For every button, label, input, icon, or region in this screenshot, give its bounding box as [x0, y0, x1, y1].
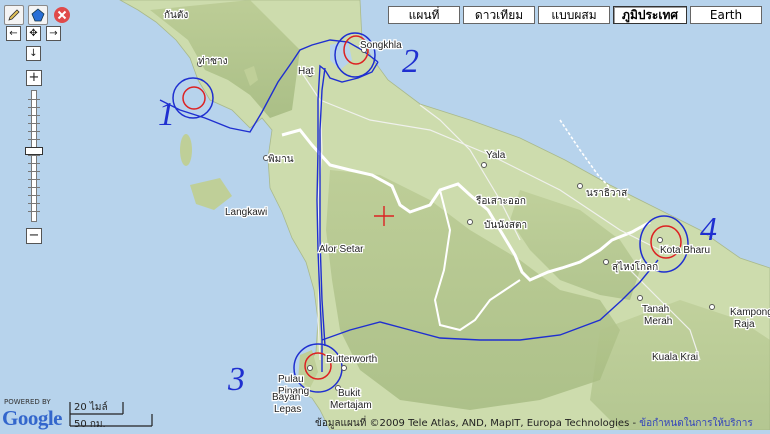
scale-miles: 20 ไมล์	[74, 402, 108, 413]
label-mertajam: Mertajam	[330, 400, 372, 411]
label-kuala-krai: Kuala Krai	[652, 352, 698, 363]
pencil-icon	[8, 9, 20, 21]
pan-center-button[interactable]: ✥	[26, 26, 41, 41]
close-icon	[54, 7, 70, 23]
label-langkawi: Langkawi	[225, 207, 267, 218]
label-songkhla: Songkhla	[360, 40, 402, 51]
label-alor-setar: Alor Setar	[319, 244, 364, 255]
polygon-icon	[31, 8, 45, 22]
island-tarutao	[180, 134, 192, 166]
google-logo[interactable]: POWERED BY Google	[2, 398, 72, 430]
attribution-text: ข้อมูลแผนที่ ©2009 Tele Atlas, AND, MapI…	[315, 418, 637, 429]
terrain-map[interactable]: กันตัง ท่าซาง Songkhla Hat พิมาน Langkaw…	[0, 0, 770, 431]
label-bukit: Bukit	[338, 388, 360, 399]
annotation-2: 2	[402, 43, 419, 80]
map-type-hybrid[interactable]: แบบผสม	[538, 6, 611, 24]
annotation-4: 4	[700, 211, 717, 248]
label-tanah: Tanah	[642, 304, 669, 315]
label-hat-yai: Hat	[298, 66, 314, 77]
zoom-out-button[interactable]: −	[26, 228, 42, 244]
map-type-switcher: แผนที่ ดาวเทียม แบบผสม ภูมิประเทศ Earth	[388, 6, 762, 24]
zoom-slider[interactable]	[25, 90, 43, 222]
map-type-earth[interactable]: Earth	[690, 6, 762, 24]
zoom-slider-handle[interactable]	[25, 147, 43, 155]
pencil-tool-button[interactable]	[4, 5, 24, 25]
drawing-tools	[4, 5, 72, 25]
annotation-1: 1	[158, 96, 175, 133]
powered-by-label: POWERED BY	[4, 398, 51, 406]
label-yala: Yala	[486, 150, 506, 161]
terms-link[interactable]: ข้อกำหนดในการให้บริการ	[639, 418, 752, 429]
polygon-tool-button[interactable]	[28, 5, 48, 25]
google-wordmark: Google	[2, 406, 63, 430]
zoom-control: + −	[25, 70, 44, 245]
pan-left-button[interactable]: ←	[6, 26, 21, 41]
map-canvas[interactable]: กันตัง ท่าซาง Songkhla Hat พิมาน Langkaw…	[0, 0, 770, 431]
label-narathiwat: นราธิวาส	[586, 188, 627, 199]
label-banna: บันนังสตา	[484, 220, 527, 231]
annotation-3: 3	[227, 361, 245, 398]
label-perlis: พิมาน	[268, 154, 294, 165]
map-type-satellite[interactable]: ดาวเทียม	[463, 6, 536, 24]
zoom-in-button[interactable]: +	[26, 70, 42, 86]
label-ruesok: รือเสาะออก	[475, 195, 526, 207]
pan-right-button[interactable]: →	[46, 26, 61, 41]
pan-down-button[interactable]: ↓	[26, 46, 41, 61]
label-kantang: กันตัง	[164, 10, 188, 21]
label-pulau: Pulau	[278, 374, 304, 385]
map-type-terrain[interactable]: ภูมิประเทศ	[613, 6, 687, 24]
pan-control: ← ✥ → ↓	[6, 26, 66, 66]
clear-tool-button[interactable]	[52, 5, 72, 25]
label-merah: Merah	[644, 316, 672, 327]
scale-bar: 20 ไมล์ 50 กม.	[68, 400, 158, 430]
label-kampong: Kampong	[730, 307, 770, 318]
label-satun: ท่าซาง	[198, 56, 228, 67]
map-type-map[interactable]: แผนที่	[388, 6, 461, 24]
label-butterworth: Butterworth	[326, 354, 377, 365]
map-attribution: ข้อมูลแผนที่ ©2009 Tele Atlas, AND, MapI…	[315, 416, 753, 431]
label-raja: Raja	[734, 319, 755, 330]
label-sungai: สุไหงโกลก	[612, 260, 658, 273]
label-lepas: Lepas	[274, 404, 301, 415]
label-bayan: Bayan	[272, 392, 300, 403]
